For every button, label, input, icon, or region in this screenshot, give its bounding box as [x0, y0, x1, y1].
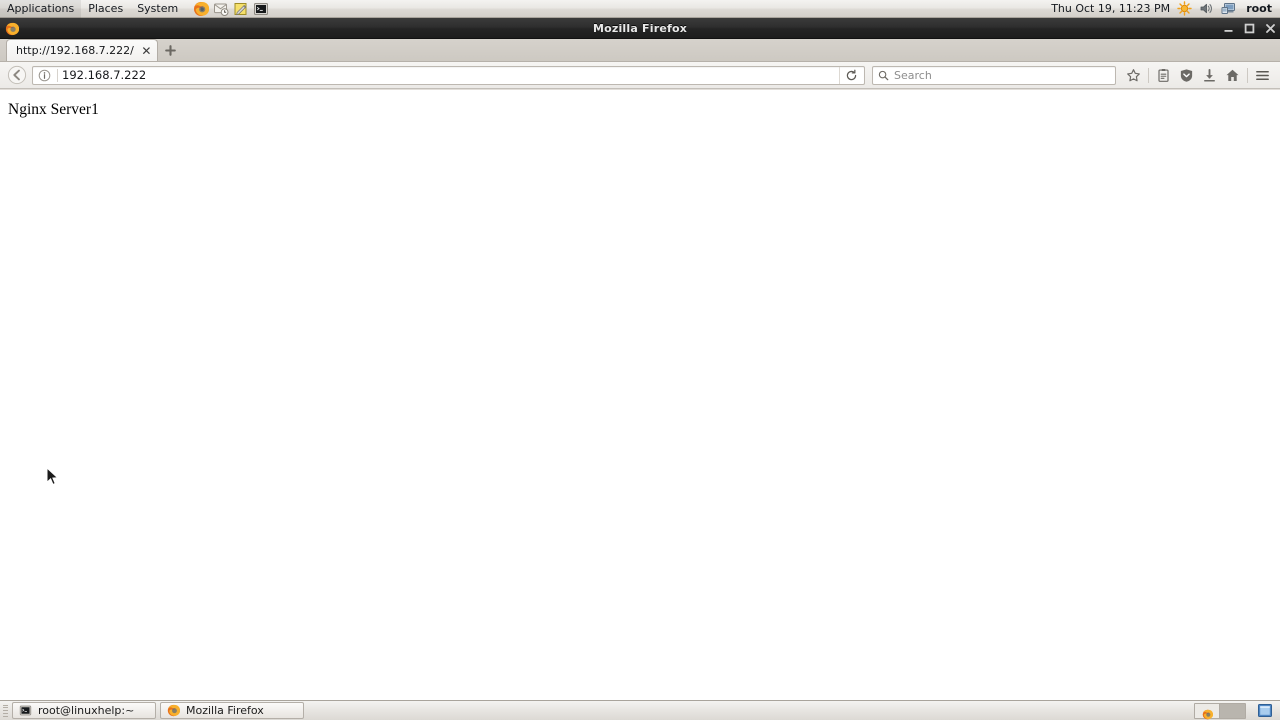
library-icon[interactable]	[1152, 64, 1175, 87]
pocket-shield-icon[interactable]	[1175, 64, 1198, 87]
panel-launchers	[193, 1, 269, 17]
search-icon	[878, 66, 889, 85]
reload-button-wrap	[839, 66, 864, 84]
applications-menu[interactable]: Applications	[0, 0, 82, 18]
back-button[interactable]	[6, 64, 28, 86]
window-controls	[1222, 18, 1276, 39]
page-info-icon[interactable]	[37, 69, 55, 82]
maximize-button[interactable]	[1243, 23, 1255, 35]
close-button[interactable]	[1264, 23, 1276, 35]
reload-icon[interactable]	[842, 67, 861, 84]
minimize-button[interactable]	[1222, 23, 1234, 35]
hamburger-menu-icon[interactable]	[1251, 64, 1274, 87]
network-display-icon[interactable]	[1221, 1, 1236, 16]
volume-icon[interactable]	[1199, 1, 1214, 16]
tab-title: http://192.168.7.222/	[16, 44, 134, 57]
toolbar-buttons	[1122, 64, 1274, 87]
panel-menubar: Applications Places System	[0, 0, 185, 18]
search-input[interactable]: Search	[894, 69, 932, 82]
downloads-icon[interactable]	[1198, 64, 1221, 87]
current-user-label[interactable]: root	[1243, 2, 1272, 15]
workspace-2[interactable]	[1220, 703, 1245, 718]
url-bar[interactable]: 192.168.7.222	[32, 65, 865, 85]
task-label-terminal: root@linuxhelp:~	[38, 704, 135, 717]
url-input[interactable]: 192.168.7.222	[62, 68, 839, 82]
system-menu[interactable]: System	[130, 0, 185, 18]
task-button-terminal[interactable]: root@linuxhelp:~	[12, 702, 156, 719]
window-titlebar: Mozilla Firefox	[0, 18, 1280, 39]
search-bar[interactable]: Search	[872, 65, 1116, 85]
evolution-mail-launcher-icon[interactable]	[213, 1, 229, 17]
terminal-launcher-icon[interactable]	[253, 1, 269, 17]
new-tab-button[interactable]	[160, 40, 182, 61]
page-content: Nginx Server1 LinuxHelp	[0, 89, 1280, 676]
tab-strip: http://192.168.7.222/ ✕	[0, 39, 1280, 62]
window-title: Mozilla Firefox	[592, 21, 688, 35]
browser-tab[interactable]: http://192.168.7.222/ ✕	[6, 39, 158, 61]
task-label-firefox: Mozilla Firefox	[186, 704, 264, 717]
home-icon[interactable]	[1221, 64, 1244, 87]
url-separator	[57, 68, 58, 82]
workspace-switcher	[1194, 702, 1246, 720]
firefox-launcher-icon[interactable]	[193, 1, 210, 17]
gnome-top-panel: Applications Places System Thu Oct 19, 1…	[0, 0, 1280, 18]
toolbar-divider	[1148, 67, 1149, 83]
tab-close-icon[interactable]: ✕	[140, 44, 153, 57]
firefox-icon	[1202, 705, 1213, 720]
gnome-taskbar: root@linuxhelp:~ Mozilla Firefox	[0, 700, 1280, 720]
desktop-screen: Applications Places System Thu Oct 19, 1…	[0, 0, 1280, 720]
firefox-icon	[5, 21, 20, 36]
page-heading: Nginx Server1	[8, 101, 99, 118]
workspace-1[interactable]	[1195, 703, 1220, 720]
firefox-window: Mozilla Firefox http://192.168.7.222/ ✕	[0, 18, 1280, 700]
panel-clock[interactable]: Thu Oct 19, 11:23 PM	[1051, 2, 1170, 15]
panel-status-area: Thu Oct 19, 11:23 PM root	[1051, 1, 1280, 16]
brightness-icon[interactable]	[1177, 1, 1192, 16]
toolbar-divider-2	[1247, 67, 1248, 83]
navigation-toolbar: 192.168.7.222 Search	[0, 62, 1280, 89]
mouse-cursor	[46, 466, 60, 487]
bookmark-star-icon[interactable]	[1122, 64, 1145, 87]
task-button-firefox[interactable]: Mozilla Firefox	[160, 702, 304, 719]
text-editor-launcher-icon[interactable]	[233, 1, 249, 17]
show-desktop-icon[interactable]	[1255, 702, 1275, 719]
taskbar-grip	[3, 704, 8, 718]
firefox-icon	[167, 704, 181, 717]
places-menu[interactable]: Places	[81, 0, 130, 18]
terminal-icon	[19, 704, 32, 717]
